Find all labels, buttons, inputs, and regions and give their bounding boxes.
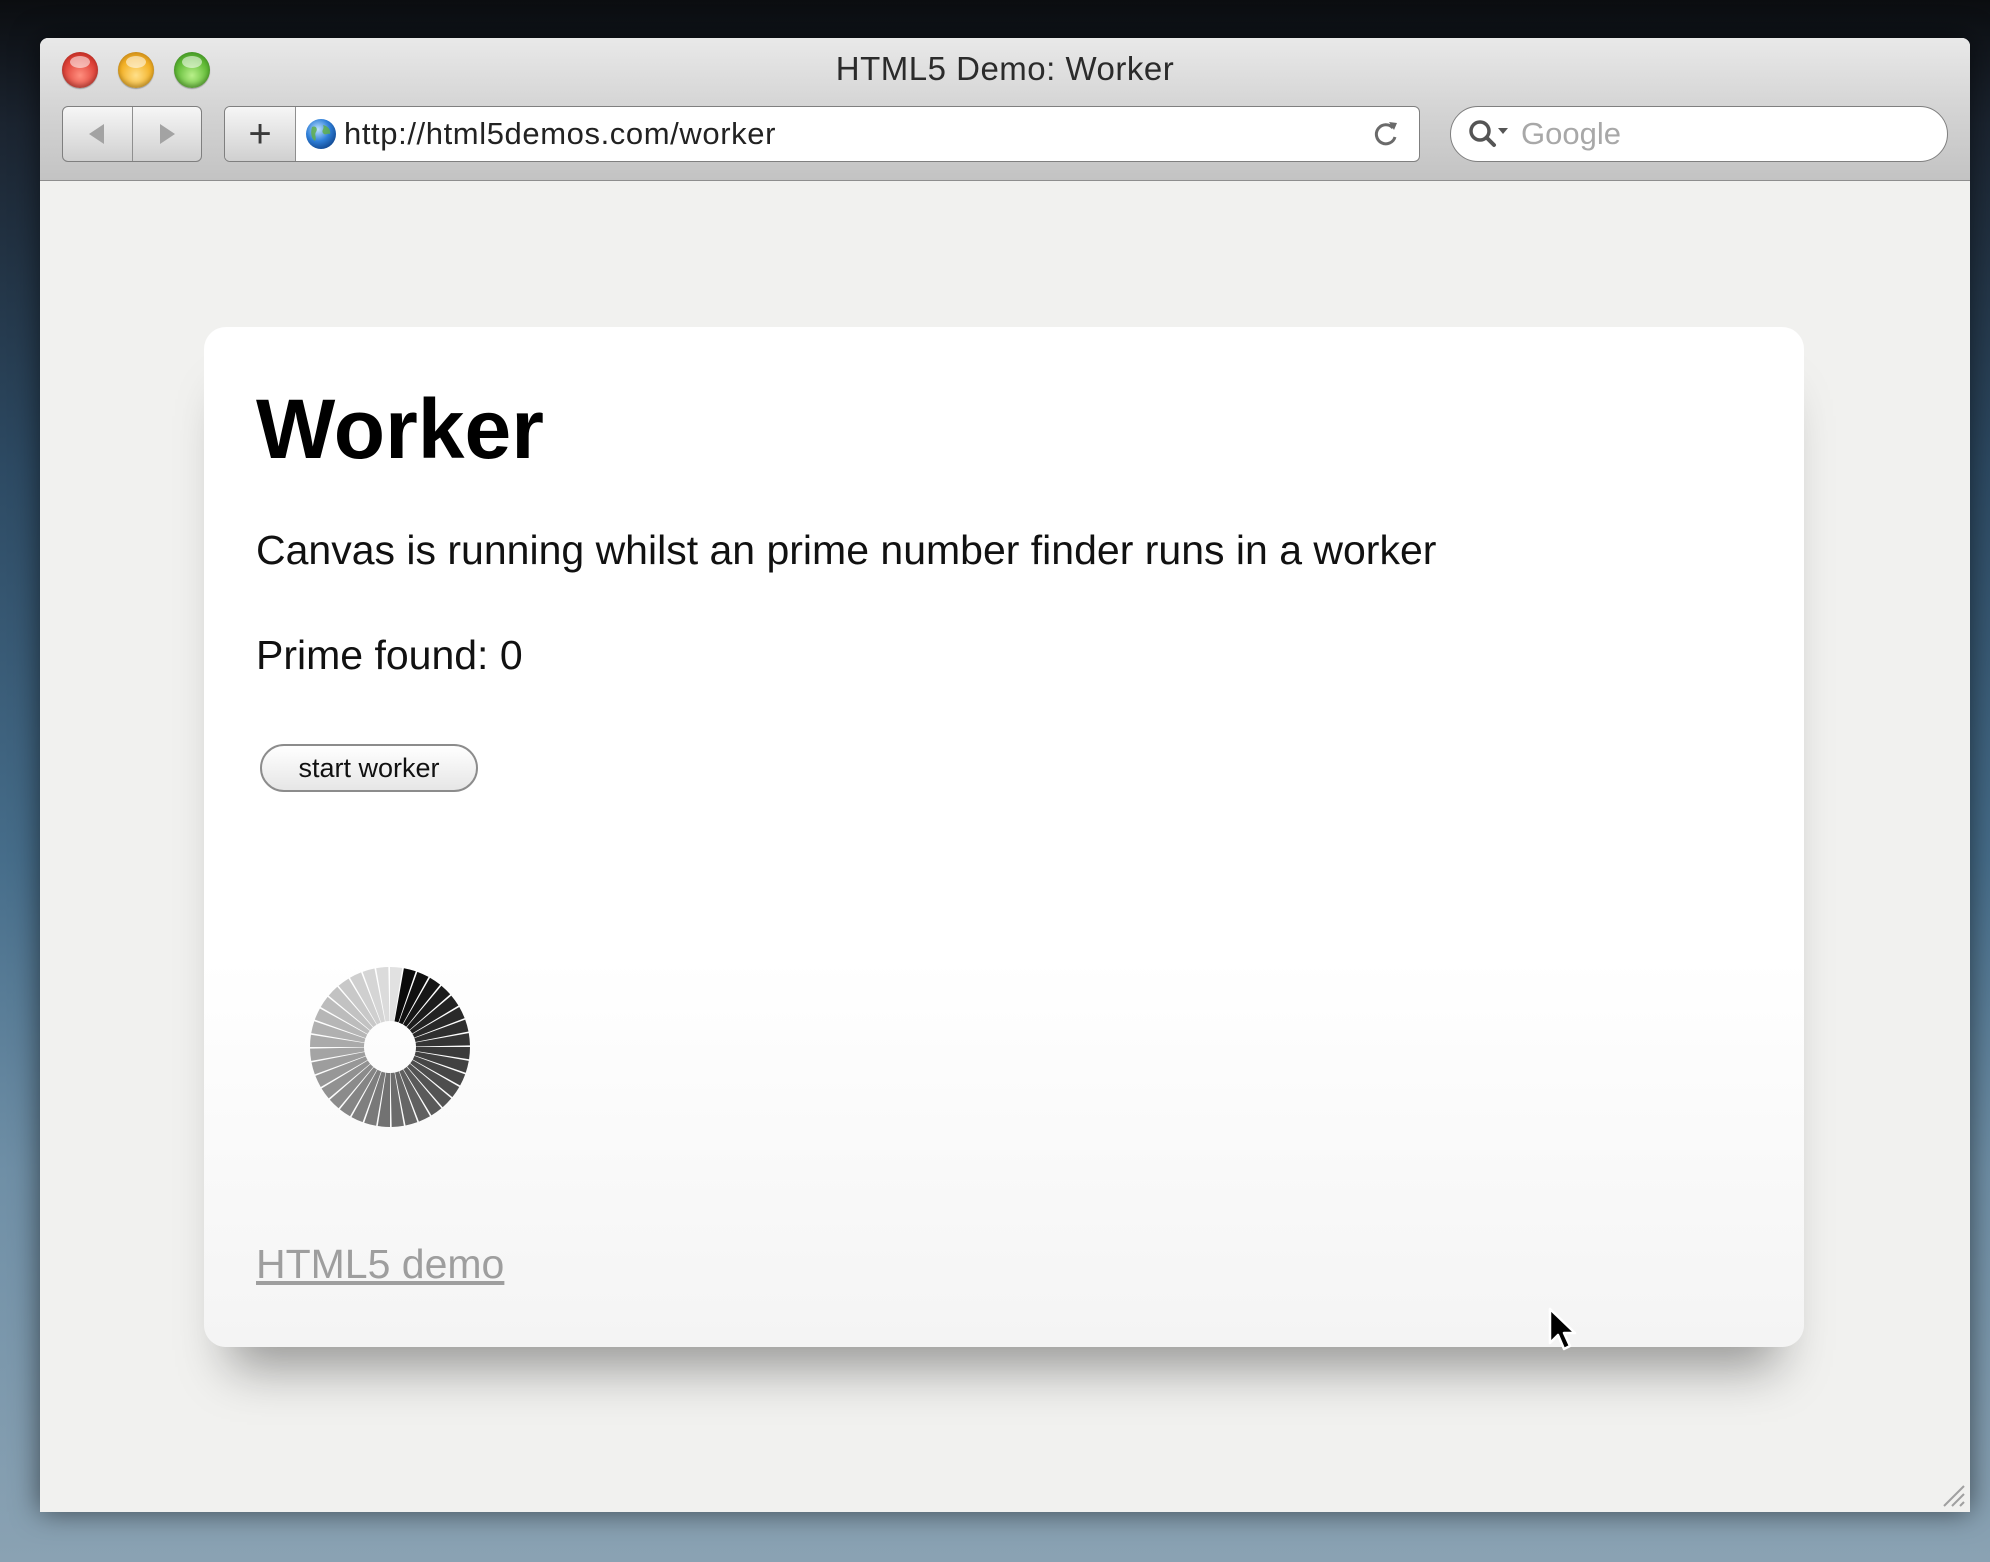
search-input[interactable] bbox=[1519, 115, 1923, 153]
browser-window: HTML5 Demo: Worker + http://html5demos.c… bbox=[40, 38, 1970, 1512]
mouse-cursor-icon bbox=[1548, 1307, 1577, 1351]
forward-arrow-icon bbox=[159, 124, 175, 144]
globe-icon bbox=[306, 119, 336, 149]
prime-status: Prime found: 0 bbox=[256, 632, 523, 678]
address-bar: + http://html5demos.com/worker bbox=[224, 106, 1420, 162]
reload-button[interactable] bbox=[1361, 119, 1411, 149]
search-icon[interactable] bbox=[1467, 118, 1519, 150]
back-arrow-icon bbox=[89, 124, 105, 144]
demo-card: Worker Canvas is running whilst an prime… bbox=[204, 327, 1804, 1347]
url-field[interactable]: http://html5demos.com/worker bbox=[344, 116, 1361, 152]
search-box bbox=[1450, 106, 1948, 162]
page-viewport: Worker Canvas is running whilst an prime… bbox=[40, 181, 1970, 1512]
reload-icon bbox=[1374, 122, 1397, 146]
forward-button[interactable] bbox=[131, 107, 202, 161]
resize-grip-icon[interactable] bbox=[1936, 1478, 1966, 1508]
browser-toolbar: HTML5 Demo: Worker + http://html5demos.c… bbox=[40, 38, 1970, 181]
page-description: Canvas is running whilst an prime number… bbox=[256, 527, 1437, 573]
window-title: HTML5 Demo: Worker bbox=[835, 50, 1175, 87]
back-button[interactable] bbox=[63, 107, 132, 161]
spinner-canvas bbox=[310, 967, 470, 1127]
navigation-buttons bbox=[62, 106, 202, 162]
page-title: Worker bbox=[256, 382, 544, 476]
html5-demo-link[interactable]: HTML5 demo bbox=[256, 1241, 504, 1288]
add-bookmark-button[interactable]: + bbox=[225, 107, 296, 161]
start-worker-button[interactable]: start worker bbox=[260, 744, 478, 792]
